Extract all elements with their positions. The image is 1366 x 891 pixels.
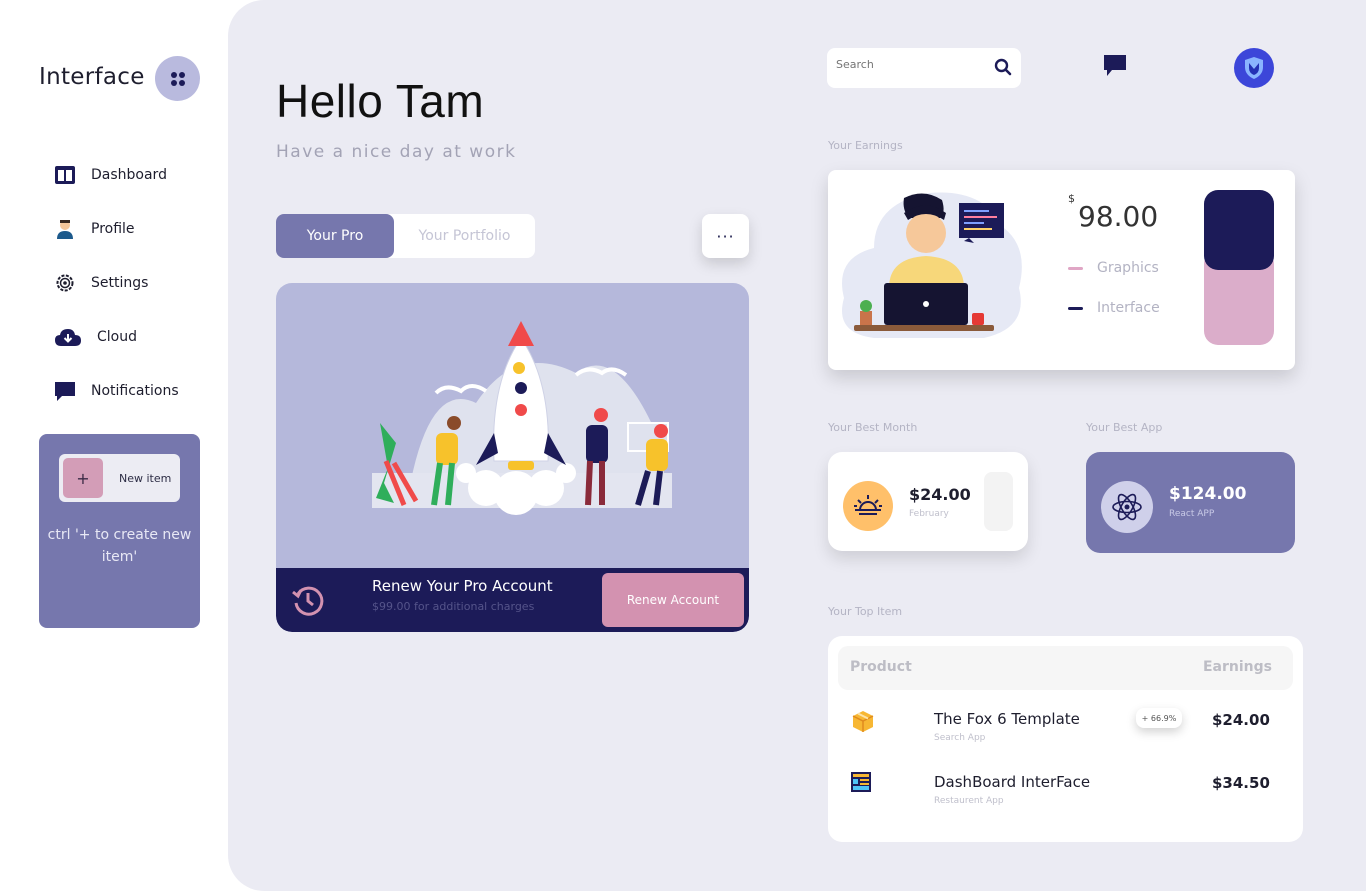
column-product: Product: [850, 659, 912, 675]
product-name: The Fox 6 Template: [934, 710, 1080, 728]
interface-bar: [1204, 190, 1274, 270]
sidebar-item-settings[interactable]: Settings: [53, 271, 148, 295]
messages-icon[interactable]: [1103, 54, 1127, 78]
sidebar-item-dashboard[interactable]: Dashboard: [53, 163, 167, 187]
search-input[interactable]: [836, 58, 986, 71]
legend-label: Graphics: [1097, 260, 1159, 276]
gear-icon: [53, 271, 77, 295]
best-app-name: React APP: [1169, 509, 1215, 519]
sidebar-item-cloud[interactable]: Cloud: [53, 325, 137, 349]
currency-symbol: $: [1068, 191, 1075, 205]
sidebar-item-label: Profile: [91, 221, 135, 237]
sidebar-item-label: Notifications: [91, 383, 179, 399]
legend-interface: Interface: [1068, 300, 1160, 316]
dashboard-icon: [53, 163, 77, 187]
search-box: [827, 48, 1021, 88]
sunrise-icon: [843, 481, 893, 531]
best-app-section-label: Your Best App: [1086, 421, 1163, 434]
product-category: Search App: [934, 733, 986, 743]
sidebar-item-notifications[interactable]: Notifications: [53, 379, 179, 403]
product-earnings: $34.50: [1212, 774, 1270, 792]
search-icon[interactable]: [994, 58, 1012, 76]
product-name: DashBoard InterFace: [934, 773, 1091, 791]
table-row[interactable]: DashBoard InterFace Restaurent App $34.5…: [828, 767, 1303, 817]
dashboard-window-icon: [851, 772, 871, 792]
developer-illustration: [842, 192, 1022, 338]
user-avatar[interactable]: [1234, 48, 1274, 88]
best-month-value: $24.00: [909, 485, 971, 504]
right-column: Your Earnings $98.00 Graphics Interface: [228, 0, 1366, 891]
cloud-download-icon: [53, 325, 83, 349]
decorative-block: [984, 472, 1013, 531]
new-item-button[interactable]: + New item: [59, 454, 180, 502]
earnings-card: $98.00 Graphics Interface: [828, 170, 1295, 370]
sidebar-item-label: Cloud: [97, 329, 137, 345]
brand-title: Interface: [39, 64, 145, 90]
new-item-hint: ctrl '+ to create new item': [47, 527, 192, 565]
product-category: Restaurent App: [934, 796, 1004, 806]
column-earnings: Earnings: [1202, 659, 1272, 675]
earnings-value: 98.00: [1078, 200, 1159, 233]
plus-icon: +: [63, 458, 103, 498]
best-month-name: February: [909, 509, 949, 519]
earnings-section-label: Your Earnings: [828, 139, 903, 152]
package-box-icon: [852, 711, 874, 732]
sidebar: Interface Dashboard Profile Settings Clo…: [0, 0, 228, 891]
best-app-value: $124.00: [1169, 484, 1247, 504]
product-earnings: $24.00: [1212, 711, 1270, 729]
react-icon: [1101, 481, 1153, 533]
legend-swatch: [1068, 306, 1083, 310]
new-item-label: New item: [119, 471, 172, 485]
table-header: Product Earnings: [838, 646, 1293, 690]
best-app-card: $124.00 React APP: [1086, 452, 1295, 553]
legend-swatch: [1068, 266, 1083, 270]
apps-icon: [170, 71, 185, 86]
sidebar-item-profile[interactable]: Profile: [53, 217, 135, 241]
earnings-amount: $98.00: [1068, 192, 1159, 233]
top-item-section-label: Your Top Item: [828, 605, 903, 618]
sidebar-item-label: Dashboard: [91, 167, 167, 183]
sidebar-item-label: Settings: [91, 275, 149, 291]
top-items-table: Product Earnings The Fox 6 Template Sear…: [828, 636, 1303, 842]
profile-icon: [53, 217, 77, 241]
best-month-section-label: Your Best Month: [828, 421, 918, 434]
apps-menu-button[interactable]: [155, 56, 200, 101]
growth-badge: + 66.9%: [1136, 708, 1182, 728]
new-item-panel: + New item ctrl '+ to create new item': [39, 434, 200, 628]
legend-label: Interface: [1097, 300, 1160, 316]
shield-icon: [1245, 57, 1263, 79]
table-row[interactable]: The Fox 6 Template Search App + 66.9% $2…: [828, 704, 1303, 754]
best-month-card: $24.00 February: [828, 452, 1028, 551]
legend-graphics: Graphics: [1068, 260, 1159, 276]
chat-icon: [53, 379, 77, 403]
